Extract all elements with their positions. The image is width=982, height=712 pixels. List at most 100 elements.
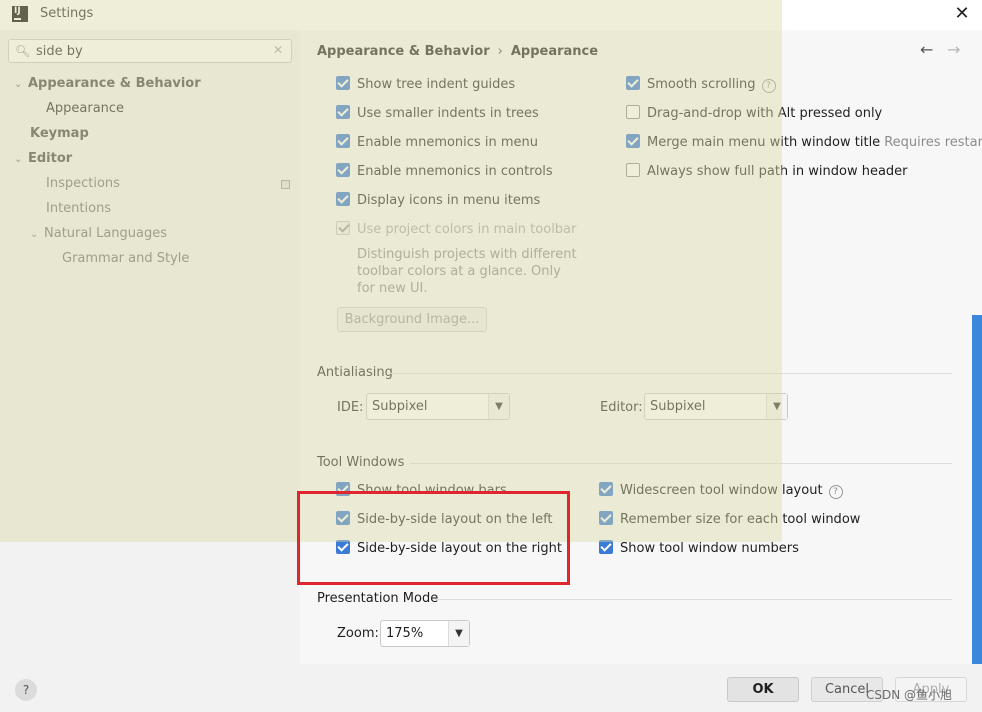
checkbox-smooth-scrolling[interactable]: Smooth scrolling? [626, 75, 776, 95]
checkbox-checked[interactable] [336, 540, 350, 554]
search-icon: 🔍︎ [15, 44, 31, 58]
tree-item-label: Appearance & Behavior [28, 76, 201, 91]
checkbox-show-tree-indent-guides[interactable]: Show tree indent guides [336, 75, 515, 95]
tree-item-intentions[interactable]: Intentions [46, 199, 111, 219]
chevron-down-icon[interactable]: ⌄ [30, 225, 44, 245]
checkbox-label: Enable mnemonics in menu [357, 135, 538, 150]
breadcrumb-current: Appearance [510, 44, 599, 59]
clear-search-icon[interactable]: ✕ [273, 43, 283, 57]
editor-antialiasing-select[interactable]: Subpixel ▼ [644, 393, 788, 420]
checkbox-checked[interactable] [336, 192, 350, 206]
tree-item-label: Keymap [30, 126, 89, 141]
checkbox-checked[interactable] [626, 134, 640, 148]
tree-item-inspections[interactable]: Inspections [46, 174, 120, 194]
checkbox-checked[interactable] [599, 482, 613, 496]
checkbox-drag-drop-alt[interactable]: Drag-and-drop with Alt pressed only [626, 104, 882, 124]
section-divider [435, 599, 952, 600]
section-divider [390, 373, 952, 374]
breadcrumb-parent[interactable]: Appearance & Behavior [317, 44, 490, 59]
checkbox-label: Drag-and-drop with Alt pressed only [647, 106, 883, 121]
checkbox-checked[interactable] [336, 511, 350, 525]
forward-arrow-icon[interactable]: → [947, 40, 960, 59]
chevron-down-icon[interactable]: ⌄ [14, 75, 28, 95]
select-value: 175% [386, 626, 424, 641]
checkbox-mnemonics-menu[interactable]: Enable mnemonics in menu [336, 133, 538, 153]
checkbox-mnemonics-controls[interactable]: Enable mnemonics in controls [336, 162, 553, 182]
tree-item-label: Natural Languages [44, 226, 168, 241]
background-image-button: Background Image... [337, 307, 487, 332]
checkbox-checked[interactable] [599, 540, 613, 554]
watermark: CSDN @鱼小旭 [866, 688, 953, 702]
select-value: Subpixel [372, 399, 428, 414]
checkbox-label: Remember size for each tool window [620, 512, 861, 527]
breadcrumb: Appearance & Behavior › Appearance [317, 44, 598, 59]
checkbox-merge-main-menu[interactable]: Merge main menu with window title Require… [626, 133, 982, 153]
checkbox-unchecked[interactable] [626, 163, 640, 177]
back-arrow-icon[interactable]: ← [920, 40, 933, 59]
window-title: Settings [40, 6, 94, 21]
checkbox-label: Show tool window numbers [620, 541, 799, 556]
chevron-down-icon[interactable]: ⌄ [14, 150, 28, 170]
dropdown-arrow-icon[interactable]: ▼ [488, 394, 509, 419]
checkbox-project-colors-toolbar: Use project colors in main toolbar [336, 220, 576, 240]
checkbox-checked[interactable] [336, 482, 350, 496]
project-scope-icon [281, 180, 290, 189]
help-icon[interactable]: ? [828, 485, 843, 499]
checkbox-label: Side-by-side layout on the left [357, 512, 553, 527]
checkbox-widescreen-layout[interactable]: Widescreen tool window layout? [599, 481, 843, 501]
zoom-label: Zoom: [337, 626, 379, 641]
checkbox-label: Merge main menu with window title [647, 135, 881, 150]
checkbox-tool-window-numbers[interactable]: Show tool window numbers [599, 539, 799, 559]
dropdown-arrow-icon[interactable]: ▼ [766, 394, 787, 419]
settings-content: Appearance & Behavior › Appearance ← → Sho… [300, 30, 982, 664]
checkbox-side-by-side-right[interactable]: Side-by-side layout on the right [336, 539, 562, 559]
dropdown-arrow-icon[interactable]: ▼ [448, 621, 469, 646]
search-field[interactable]: 🔍︎ ✕ [8, 39, 292, 63]
breadcrumb-separator: › [497, 44, 503, 59]
checkbox-disabled [336, 221, 350, 235]
vertical-scrollbar[interactable] [972, 315, 982, 664]
checkbox-label: Always show full path in window header [647, 164, 908, 179]
checkbox-side-by-side-left[interactable]: Side-by-side layout on the left [336, 510, 553, 530]
checkbox-checked[interactable] [336, 105, 350, 119]
presentation-mode-section-title: Presentation Mode [317, 591, 439, 606]
tree-item-grammar-style[interactable]: Grammar and Style [62, 249, 189, 269]
dialog-footer: ? OK Cancel Apply [0, 664, 982, 712]
checkbox-checked[interactable] [336, 76, 350, 90]
checkbox-label: Enable mnemonics in controls [357, 164, 553, 179]
tree-item-editor[interactable]: ⌄ Editor [14, 149, 72, 169]
ok-button[interactable]: OK [727, 677, 799, 702]
checkbox-full-path-header[interactable]: Always show full path in window header [626, 162, 908, 182]
checkbox-label: Widescreen tool window layout [620, 483, 823, 498]
help-icon[interactable]: ? [761, 79, 776, 93]
checkbox-checked[interactable] [336, 163, 350, 177]
ide-antialiasing-select[interactable]: Subpixel ▼ [366, 393, 510, 420]
tree-item-natural-languages[interactable]: ⌄ Natural Languages [30, 224, 167, 244]
close-icon[interactable]: ✕ [950, 2, 974, 26]
tool-windows-section-title: Tool Windows [317, 455, 405, 470]
checkbox-show-tool-window-bars[interactable]: Show tool window bars [336, 481, 507, 501]
checkbox-label: Smooth scrolling [647, 77, 756, 92]
tree-item-keymap[interactable]: Keymap [30, 124, 89, 144]
search-input[interactable] [36, 42, 266, 60]
checkbox-checked[interactable] [599, 511, 613, 525]
tree-item-label: Appearance [46, 101, 125, 116]
zoom-select[interactable]: 175% ▼ [380, 620, 470, 647]
checkbox-icons-menu-items[interactable]: Display icons in menu items [336, 191, 540, 211]
checkbox-smaller-indents[interactable]: Use smaller indents in trees [336, 104, 539, 124]
checkbox-checked[interactable] [336, 134, 350, 148]
title-bar: IJ Settings ✕ [0, 0, 982, 30]
checkbox-remember-size[interactable]: Remember size for each tool window [599, 510, 860, 530]
checkbox-label: Display icons in menu items [357, 193, 541, 208]
help-button[interactable]: ? [15, 679, 37, 701]
checkbox-checked[interactable] [626, 76, 640, 90]
tree-item-appearance[interactable]: Appearance [46, 99, 124, 119]
antialiasing-section-title: Antialiasing [317, 365, 393, 380]
settings-sidebar: 🔍︎ ✕ ⌄Appearance & Behavior Appearance K… [0, 30, 300, 664]
checkbox-label: Use project colors in main toolbar [357, 222, 577, 237]
checkbox-label: Side-by-side layout on the right [357, 541, 563, 556]
intellij-icon: IJ [12, 6, 28, 22]
tree-item-appearance-behavior[interactable]: ⌄ Appearance & Behavior [14, 74, 201, 94]
tree-item-label: Grammar and Style [62, 251, 190, 266]
checkbox-unchecked[interactable] [626, 105, 640, 119]
